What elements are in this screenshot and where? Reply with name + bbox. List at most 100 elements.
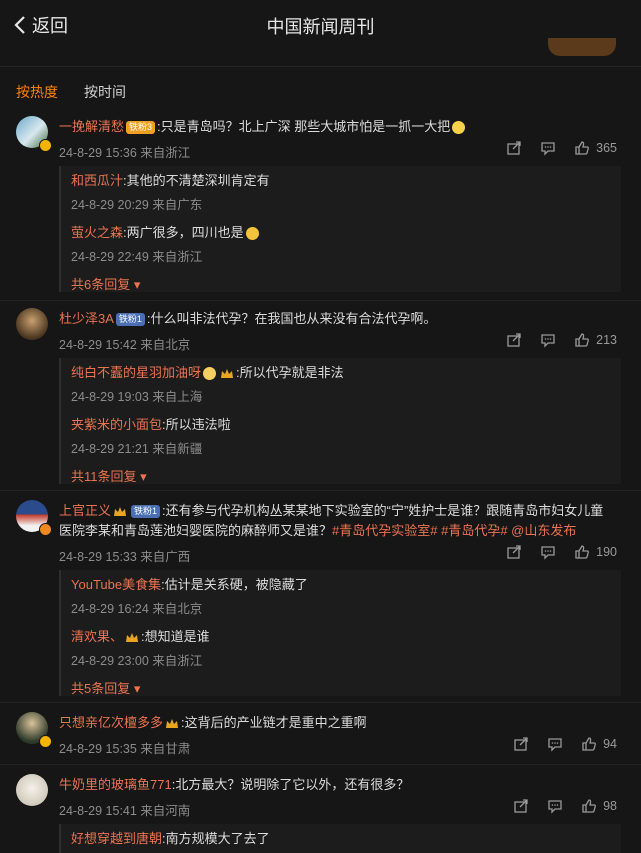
comment-icon [541,334,555,348]
reply-text: :两广很多，四川也是 [123,225,244,240]
tab-sort-hot[interactable]: 按热度 [16,82,58,102]
fan-badge: 铁粉1 [115,313,145,327]
comment-icon [548,738,562,752]
comment-body: 一挽解清愁 铁粉3:只是青岛吗？北上广深 那些大城市怕是一抓一大把 [59,118,467,136]
crown-icon [126,632,139,642]
more-replies-label: 共5条回复 [71,681,131,696]
reply-item: 纯白不蠹的星羽加油呀:所以代孕就是非法 [71,362,344,381]
thumbs-up-icon [575,545,590,559]
reply-button[interactable] [540,140,556,156]
reply-item: 萤火之森:两广很多，四川也是 [71,222,261,241]
crown-icon [166,718,179,728]
share-icon [507,141,521,155]
share-icon [507,333,521,347]
comment-meta: 24-8-29 15:36 来自浙江 [59,146,191,160]
share-icon [507,545,521,559]
divider [0,764,641,765]
verified-badge-icon [39,523,52,536]
comment-text: :还有参与代孕机构丛某某地下实验室的“宁”姓护士是谁？跟随青岛市妇女儿童 [162,503,604,518]
comment-item: 杜少泽3A 铁粉1:什么叫非法代孕？在我国也从来没有合法代孕啊。 24-8-29 … [0,306,641,486]
reply-username[interactable]: 清欢果、 [71,629,123,644]
reply-text: :估计是关系硬，被隐藏了 [161,577,308,592]
reply-username[interactable]: 好想穿越到唐朝 [71,831,162,846]
like-count: 98 [603,799,617,813]
hashtag-links[interactable]: #青岛代孕实验室# #青岛代孕# @山东发布 [332,523,576,538]
like-count: 190 [596,545,617,559]
comment-item: 上官正义 铁粉1:还有参与代孕机构丛某某地下实验室的“宁”姓护士是谁？跟随青岛市妇… [0,498,641,700]
comment-icon [541,546,555,560]
comment-body: 上官正义 铁粉1:还有参与代孕机构丛某某地下实验室的“宁”姓护士是谁？跟随青岛市妇… [59,502,603,520]
comment-username[interactable]: 只想亲亿次檀多多 [59,715,163,730]
share-icon [514,737,528,751]
more-replies-link[interactable]: 共11条回复 ▾ [71,466,147,485]
comment-text: :只是青岛吗？北上广深 那些大城市怕是一抓一大把 [157,119,451,134]
more-replies-label: 共11条回复 [71,469,137,484]
divider [0,490,641,491]
divider [0,702,641,703]
reply-button[interactable] [540,544,556,560]
reply-item: YouTube美食集:估计是关系硬，被隐藏了 [71,574,308,593]
reply-text: :所以违法啦 [162,417,231,432]
verified-badge-icon [39,139,52,152]
like-button[interactable]: 213 [574,332,617,348]
share-button[interactable] [506,140,522,156]
reply-list: 好想穿越到唐朝:南方规模大了去了 [59,824,621,853]
comment-meta: 24-8-29 15:42 来自北京 [59,338,191,352]
comment-icon [541,142,555,156]
thumbs-up-icon [582,737,597,751]
thumbs-up-icon [575,333,590,347]
divider [0,300,641,301]
crown-icon [221,368,234,378]
thumbs-up-icon [575,141,590,155]
like-count: 94 [603,737,617,751]
like-button[interactable]: 365 [574,140,617,156]
reply-text: :南方规模大了去了 [162,831,270,846]
reply-meta: 24-8-29 22:49 来自浙江 [71,250,203,264]
emoji-icon [245,227,259,241]
reply-item: 和西瓜汁:其他的不清楚深圳肯定有 [71,170,270,189]
reply-button[interactable] [540,332,556,348]
comment-meta: 24-8-29 15:33 来自广西 [59,550,191,564]
reply-username[interactable]: 纯白不蠹的星羽加油呀 [71,365,201,380]
divider [0,66,641,67]
reply-item: 夹紫米的小面包:所以违法啦 [71,414,231,433]
share-button[interactable] [506,544,522,560]
share-button[interactable] [506,332,522,348]
share-button[interactable] [513,736,529,752]
comment-body: 牛奶里的玻璃鱼771:北方最大？说明除了它以外，还有很多？ [59,776,409,794]
comment-actions: 213 [506,332,617,348]
like-button[interactable]: 98 [581,798,617,814]
reply-button[interactable] [547,736,563,752]
reply-username[interactable]: YouTube美食集 [71,577,161,592]
avatar[interactable] [16,308,48,340]
reply-username[interactable]: 和西瓜汁 [71,173,123,188]
emoji-icon [203,367,217,381]
comment-actions: 365 [506,140,617,156]
tab-sort-time[interactable]: 按时间 [84,82,126,102]
comment-text: :什么叫非法代孕？在我国也从来没有合法代孕啊。 [146,311,437,326]
like-count: 213 [596,333,617,347]
reply-username[interactable]: 萤火之森 [71,225,123,240]
comment-meta: 24-8-29 15:35 来自甘肃 [59,742,191,756]
like-button[interactable]: 190 [574,544,617,560]
comment-username[interactable]: 上官正义 [59,503,111,518]
reply-username[interactable]: 夹紫米的小面包 [71,417,162,432]
verified-badge-icon [39,735,52,748]
more-replies-link[interactable]: 共6条回复 ▾ [71,274,140,293]
comment-username[interactable]: 一挽解清愁 [59,119,124,134]
comment-actions: 98 [513,798,617,814]
reply-item: 好想穿越到唐朝:南方规模大了去了 [71,828,270,847]
share-icon [514,799,528,813]
follow-button-partial[interactable] [548,38,616,56]
share-button[interactable] [513,798,529,814]
reply-meta: 24-8-29 16:24 来自北京 [71,602,203,616]
reply-button[interactable] [547,798,563,814]
reply-meta: 24-8-29 21:21 来自新疆 [71,442,203,456]
avatar[interactable] [16,774,48,806]
more-replies-link[interactable]: 共5条回复 ▾ [71,678,140,697]
comment-item: 牛奶里的玻璃鱼771:北方最大？说明除了它以外，还有很多？ 24-8-29 15… [0,772,641,853]
like-count: 365 [596,141,617,155]
comment-username[interactable]: 杜少泽3A [59,311,114,326]
comment-username[interactable]: 牛奶里的玻璃鱼771 [59,777,172,792]
like-button[interactable]: 94 [581,736,617,752]
